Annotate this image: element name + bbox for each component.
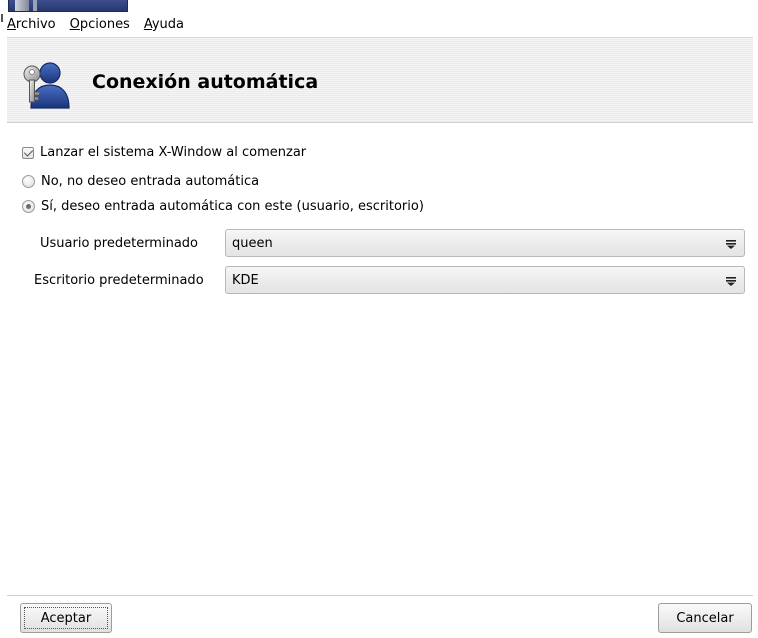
menu-ayuda[interactable]: Ayuda bbox=[144, 15, 184, 34]
menu-label: pciones bbox=[79, 16, 130, 32]
combo-arrow-icon bbox=[726, 277, 736, 286]
cancel-button-label: Cancelar bbox=[676, 610, 734, 626]
menu-mnemonic: A bbox=[7, 16, 16, 32]
footer-separator bbox=[7, 595, 753, 596]
menu-mnemonic: O bbox=[69, 16, 80, 32]
default-desktop-label: Escritorio predeterminado bbox=[34, 273, 204, 288]
launch-x-option[interactable]: Lanzar el sistema X-Window al comenzar bbox=[22, 145, 306, 160]
radio-no-label: No, no deseo entrada automática bbox=[41, 174, 260, 189]
window-corner-artwork bbox=[8, 0, 128, 12]
ok-button-label: Aceptar bbox=[40, 610, 92, 626]
radio-no-button[interactable] bbox=[22, 175, 35, 188]
page-title: Conexión automática bbox=[92, 71, 319, 93]
corner-art-detail bbox=[33, 0, 37, 11]
menu-label: rchivo bbox=[15, 16, 56, 32]
user-key-icon bbox=[23, 62, 70, 109]
menu-opciones[interactable]: Opciones bbox=[70, 15, 130, 34]
default-desktop-value: KDE bbox=[232, 272, 259, 288]
page-header: Conexión automática bbox=[7, 37, 753, 123]
cancel-button[interactable]: Cancelar bbox=[658, 603, 752, 633]
launch-x-label: Lanzar el sistema X-Window al comenzar bbox=[40, 145, 307, 160]
menu-archivo[interactable]: Archivo bbox=[7, 15, 56, 34]
radio-yes-button[interactable] bbox=[22, 200, 35, 213]
default-user-label: Usuario predeterminado bbox=[40, 236, 198, 251]
menu-mnemonic: A bbox=[143, 16, 152, 32]
default-desktop-combo[interactable]: KDE bbox=[225, 266, 745, 294]
corner-art-detail bbox=[15, 0, 29, 11]
default-user-combo[interactable]: queen bbox=[225, 229, 745, 257]
ok-button[interactable]: Aceptar bbox=[20, 603, 112, 633]
corner-tick bbox=[1, 14, 3, 22]
launch-x-checkbox[interactable] bbox=[22, 146, 34, 159]
combo-arrow-icon bbox=[726, 240, 736, 249]
default-user-value: queen bbox=[232, 235, 273, 251]
menubar: Archivo Opciones Ayuda bbox=[7, 12, 753, 36]
radio-no-autologin[interactable]: No, no deseo entrada automática bbox=[22, 174, 259, 189]
menu-label: yuda bbox=[151, 16, 185, 32]
radio-yes-label: Sí, deseo entrada automática con este (u… bbox=[41, 199, 424, 214]
radio-yes-autologin[interactable]: Sí, deseo entrada automática con este (u… bbox=[22, 199, 424, 214]
